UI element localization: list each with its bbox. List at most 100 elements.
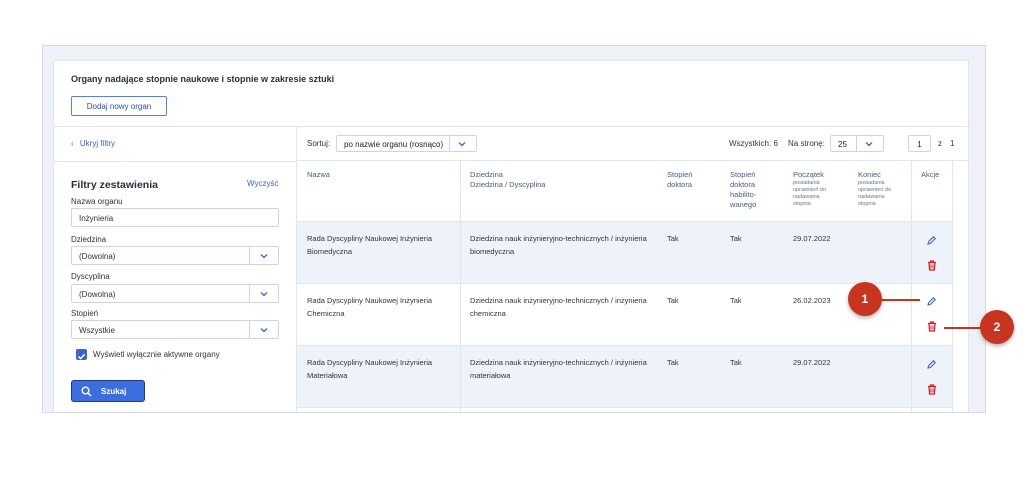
col-header-name: Nazwa	[307, 170, 330, 179]
sort-value: po nazwie organu (rosnąco)	[344, 140, 444, 149]
results-toolbar: Sortuj: po nazwie organu (rosnąco) Wszys…	[297, 127, 970, 161]
app-frame: Organy nadające stopnie naukowe i stopni…	[42, 45, 986, 413]
col-header-end-sub-1: posiadania	[858, 180, 885, 186]
callout-1-line	[880, 299, 920, 301]
column-divider	[460, 161, 461, 412]
domain-value: (Dowolna)	[79, 252, 116, 261]
page-total: 1	[950, 139, 955, 148]
organ-name-value: Inżynieria	[79, 214, 114, 223]
column-divider	[952, 161, 953, 412]
select-separator	[449, 136, 450, 151]
col-header-start-sub-2: uprawnień do	[793, 187, 827, 193]
cell-name: Rada Dyscypliny Naukowej Inżynieria Mate…	[307, 356, 432, 382]
chevron-down-icon	[260, 328, 268, 333]
table-row: Rada Dyscypliny Naukowej Inżynieria Biom…	[297, 222, 953, 284]
add-organ-button[interactable]: Dodaj nowy organ	[71, 96, 167, 116]
search-button-label: Szukaj	[101, 387, 127, 396]
cell-name: Rada Dyscypliny Naukowej Inżynieria Chem…	[307, 294, 432, 320]
organ-name-label: Nazwa organu	[71, 197, 123, 206]
cell-doctor: Tak	[667, 234, 679, 243]
col-header-end-sub-4: stopnia	[858, 201, 876, 207]
main-card: Organy nadające stopnie naukowe i stopni…	[53, 60, 970, 412]
cell-domain-line-1: Dziedzina nauk inżynieryjno-technicznych…	[470, 296, 647, 305]
col-header-end: Koniec posiadania uprawnień do nadawania…	[858, 170, 891, 208]
col-header-start-sub-1: posiadania	[793, 180, 820, 186]
total-count: Wszystkich: 6	[729, 139, 778, 148]
select-separator	[249, 321, 250, 338]
chevron-down-icon	[458, 142, 466, 147]
callout-badge-1: 1	[848, 282, 882, 316]
per-page-label: Na stronę:	[788, 139, 825, 148]
col-header-doctor: Stopień doktora	[667, 170, 692, 190]
trash-icon[interactable]	[927, 321, 937, 332]
col-header-end-sub-3: nadawania	[858, 194, 885, 200]
cell-name: Rada Dyscypliny Naukowej Inżynieria Biom…	[307, 232, 432, 258]
cell-name-line-1: Rada Dyscypliny Naukowej Inżynieria	[307, 358, 433, 367]
pencil-icon[interactable]	[926, 359, 937, 370]
cell-start: 29.07.2022	[793, 358, 831, 367]
cell-domain-line-1: Dziedzina nauk inżynieryjno-technicznych…	[470, 358, 647, 367]
domain-label: Dziedzina	[71, 235, 107, 244]
callout-2-line	[944, 327, 984, 329]
degree-label: Stopień	[71, 309, 99, 318]
cell-name-line-2: Chemiczna	[307, 309, 345, 318]
cell-name-line-2: Biomedyczna	[307, 247, 353, 256]
col-header-end-sub-2: uprawnień do	[858, 187, 892, 193]
col-header-hab-1: Stopień	[730, 170, 756, 179]
search-button[interactable]: Szukaj	[71, 380, 145, 402]
cell-domain: Dziedzina nauk inżynieryjno-technicznych…	[470, 232, 647, 258]
col-header-hab-2: doktora	[730, 180, 756, 189]
cell-domain: Dziedzina nauk inżynieryjno-technicznych…	[470, 356, 647, 382]
filters-panel: ‹ Ukryj filtry Filtry zestawienia Wyczyś…	[54, 127, 297, 412]
search-icon	[81, 386, 92, 397]
col-header-start-sub-4: stopnia	[793, 201, 811, 207]
sort-select[interactable]: po nazwie organu (rosnąco)	[336, 135, 477, 152]
cell-habilitation: Tak	[730, 234, 742, 243]
cell-habilitation: Tak	[730, 296, 742, 305]
column-divider	[911, 161, 912, 412]
cell-start: 29.07.2022	[793, 234, 831, 243]
per-page-select[interactable]: 25	[830, 135, 884, 152]
trash-icon[interactable]	[927, 384, 937, 395]
cell-domain-line-2: biomedyczna	[470, 247, 515, 256]
col-header-hab-4: wanego	[730, 200, 757, 209]
cell-start: 26.02.2023	[793, 296, 831, 305]
cell-name-line-1: Rada Dyscypliny Naukowej Inżynieria	[307, 234, 433, 243]
callout-badge-2: 2	[980, 310, 1014, 344]
cell-habilitation: Tak	[730, 358, 742, 367]
active-only-checkbox[interactable]	[76, 349, 87, 360]
col-header-habilitation: Stopień doktora habilito- wanego	[730, 170, 756, 210]
page-number-input[interactable]: 1	[908, 135, 931, 152]
card-header: Organy nadające stopnie naukowe i stopni…	[54, 61, 970, 127]
col-header-start-title: Początek	[793, 170, 824, 179]
organ-name-input[interactable]: Inżynieria	[71, 208, 279, 227]
results-panel: Sortuj: po nazwie organu (rosnąco) Wszys…	[297, 127, 970, 412]
select-separator	[856, 136, 857, 151]
degree-select[interactable]: Wszystkie	[71, 320, 279, 339]
discipline-select[interactable]: (Dowolna)	[71, 284, 279, 303]
pencil-icon[interactable]	[926, 235, 937, 246]
cell-name-line-2: Materiałowa	[307, 371, 348, 380]
domain-select[interactable]: (Dowolna)	[71, 246, 279, 265]
page-title: Organy nadające stopnie naukowe i stopni…	[71, 74, 335, 84]
per-page-value: 25	[838, 140, 847, 149]
hide-filters-link[interactable]: ‹ Ukryj filtry	[71, 139, 115, 148]
col-header-domain: Dziedzina Dziedzina / Dyscyplina	[470, 170, 545, 190]
col-header-start-sub-3: nadawania	[793, 194, 820, 200]
clear-filters-link[interactable]: Wyczyść	[247, 179, 278, 188]
hide-filters-label: Ukryj filtry	[79, 139, 116, 148]
cell-domain-line-2: chemiczna	[470, 309, 506, 318]
pencil-icon[interactable]	[926, 296, 937, 307]
col-header-hab-3: habilito-	[730, 190, 757, 199]
chevron-down-icon	[865, 142, 873, 147]
checkmark-icon	[77, 353, 86, 360]
cell-domain-line-2: materiałowa	[470, 371, 511, 380]
select-separator	[249, 247, 250, 264]
sort-label: Sortuj:	[307, 139, 331, 148]
cell-name-line-1: Rada Dyscypliny Naukowej Inżynieria	[307, 296, 433, 305]
page-of-label: z	[938, 139, 942, 148]
trash-icon[interactable]	[927, 260, 937, 271]
select-separator	[249, 285, 250, 302]
col-header-doctor-1: Stopień	[667, 170, 693, 179]
filters-divider	[54, 161, 297, 162]
